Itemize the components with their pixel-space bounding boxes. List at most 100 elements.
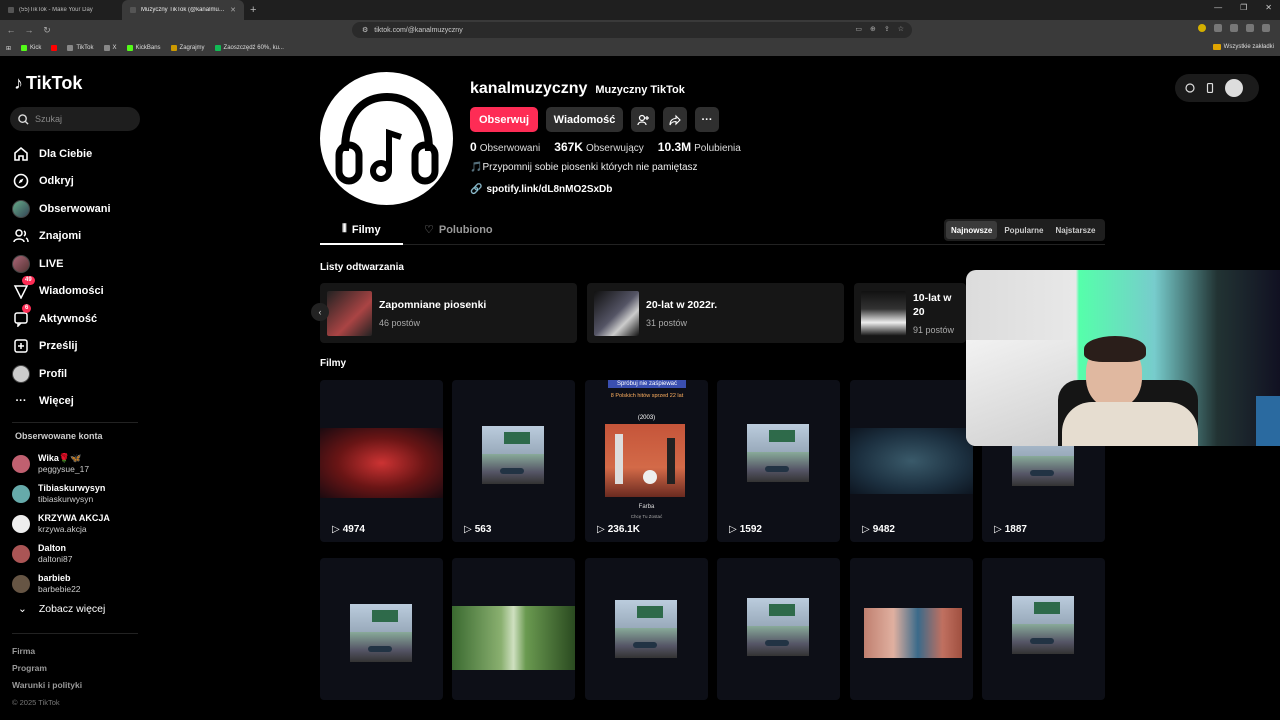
bookmark-tiktok[interactable]: TikTok xyxy=(67,45,94,51)
coins-icon[interactable] xyxy=(1185,83,1195,93)
video-card[interactable]: ▷ 1592 xyxy=(717,380,840,542)
extension-icon[interactable] xyxy=(1214,24,1222,32)
apps-grid-icon[interactable]: ⊞ xyxy=(6,45,11,52)
sidebar-item-for-you[interactable]: Dla Ciebie xyxy=(12,140,142,168)
followed-account[interactable]: Tibiaskurwysyn tibiaskurwysyn xyxy=(12,479,147,509)
search-input[interactable] xyxy=(35,114,125,124)
bookmark-x[interactable]: X xyxy=(103,45,117,51)
profile-icon[interactable] xyxy=(1262,24,1270,32)
video-card[interactable] xyxy=(320,558,443,700)
close-tab-icon[interactable]: ✕ xyxy=(230,6,236,14)
search-icon xyxy=(18,113,29,125)
video-card[interactable]: ▷ 563 xyxy=(452,380,575,542)
profile-avatar[interactable] xyxy=(320,72,453,205)
minimize-icon[interactable]: — xyxy=(1214,3,1222,12)
playlist-card[interactable]: 10-lat w 20 91 postów xyxy=(854,283,966,343)
message-button[interactable]: Wiadomość xyxy=(546,107,623,132)
video-card[interactable] xyxy=(717,558,840,700)
back-button[interactable]: ← xyxy=(4,25,18,35)
playlists-prev-button[interactable]: ‹ xyxy=(311,303,329,321)
extension-icon[interactable] xyxy=(1230,24,1238,32)
webcam-overlay xyxy=(966,270,1280,446)
video-card[interactable] xyxy=(452,558,575,700)
avatar xyxy=(12,485,30,503)
divider xyxy=(12,633,138,634)
follow-button[interactable]: Obserwuj xyxy=(470,107,538,132)
followers-stat[interactable]: 367K Obserwujący xyxy=(554,140,644,154)
footer-link[interactable]: Program xyxy=(12,660,82,677)
extensions-puzzle-icon[interactable] xyxy=(1246,24,1254,32)
sort-oldest[interactable]: Najstarsze xyxy=(1050,221,1100,239)
video-card[interactable] xyxy=(850,558,973,700)
following-stat[interactable]: 0 Obserwowani xyxy=(470,140,540,154)
bookmark-steam[interactable]: Zaoszczędź 60%, ku... xyxy=(214,45,284,51)
footer-link[interactable]: Firma xyxy=(12,643,82,660)
sidebar-item-profile[interactable]: Profil xyxy=(12,360,142,388)
video-card[interactable]: ▷ 4974 xyxy=(320,380,443,542)
profile-link[interactable]: 🔗 spotify.link/dL8nMO2SxDb xyxy=(470,184,612,195)
followed-account[interactable]: barbieb barbebie22 xyxy=(12,569,147,599)
tab-liked[interactable]: ♡ Polubiono xyxy=(424,223,493,237)
sidebar-item-friends[interactable]: Znajomi xyxy=(12,223,142,251)
sidebar-item-explore[interactable]: Odkryj xyxy=(12,168,142,196)
sidebar-item-live[interactable]: LIVE xyxy=(12,250,142,278)
restore-icon[interactable]: ❐ xyxy=(1240,3,1247,12)
browser-tab-active[interactable]: Muzyczny TikTok (@kanalmuzyczny) ✕ xyxy=(122,0,244,20)
playlist-card[interactable]: 20-lat w 2022r. 31 postów xyxy=(587,283,844,343)
video-card[interactable]: Spróbuj nie zaśpiewać 8 Polskich hitów s… xyxy=(585,380,708,542)
sort-newest[interactable]: Najnowsze xyxy=(946,221,998,239)
video-thumbnail xyxy=(350,604,412,662)
sidebar-item-more[interactable]: ··· Więcej xyxy=(12,388,142,416)
video-overlay-text: (2003) xyxy=(637,415,656,421)
sidebar-item-messages[interactable]: 49 Wiadomości xyxy=(12,276,142,306)
home-icon xyxy=(12,145,30,163)
bookmark-star-icon[interactable]: ☆ xyxy=(898,25,904,33)
footer-link[interactable]: Warunki i polityki xyxy=(12,677,82,694)
bookmark-zagrajmy[interactable]: Zagrajmy xyxy=(170,45,205,51)
followed-account[interactable]: KRZYWA AKCJA krzywa.akcja xyxy=(12,509,147,539)
sidebar-item-activity[interactable]: 6 Aktywność xyxy=(12,303,142,333)
followed-account[interactable]: Wika🌹🦋 peggysue_17 xyxy=(12,449,147,479)
video-overlay-text: Farba xyxy=(638,504,655,510)
share-icon[interactable] xyxy=(663,107,687,132)
user-avatar[interactable] xyxy=(1225,79,1243,97)
more-options-icon[interactable]: ··· xyxy=(695,107,719,132)
phone-icon[interactable] xyxy=(1205,83,1215,93)
messages-icon: 49 xyxy=(12,276,35,300)
sidebar-item-following[interactable]: Obserwowani xyxy=(12,195,142,223)
video-thumbnail xyxy=(850,428,973,494)
videos-title: Filmy xyxy=(320,358,347,369)
avatar xyxy=(12,455,30,473)
video-card[interactable] xyxy=(585,558,708,700)
avatar xyxy=(12,199,30,218)
more-icon: ··· xyxy=(15,395,27,408)
tab-videos[interactable]: ⦀ Filmy xyxy=(342,223,381,236)
new-tab-button[interactable]: + xyxy=(244,4,262,16)
followed-account[interactable]: Dalton daltoni87 xyxy=(12,539,147,569)
playlist-card[interactable]: Zapomniane piosenki 46 postów xyxy=(320,283,577,343)
site-info-icon[interactable]: ⚙ xyxy=(362,26,368,34)
bookmark-kickbans[interactable]: KickBans xyxy=(126,45,161,51)
suggest-accounts-icon[interactable] xyxy=(631,107,655,132)
search-box[interactable] xyxy=(10,107,140,131)
close-window-icon[interactable]: ✕ xyxy=(1265,3,1272,12)
tiktok-logo[interactable]: ♪ TikTok xyxy=(14,73,82,94)
share-icon[interactable]: ⇪ xyxy=(884,25,890,33)
zoom-icon[interactable]: ⊕ xyxy=(870,25,876,33)
play-icon: ▷ xyxy=(994,524,1002,535)
see-more-button[interactable]: ⌄ Zobacz więcej xyxy=(18,603,105,615)
address-bar[interactable]: ⚙ tiktok.com/@kanalmuzyczny ▭ ⊕ ⇪ ☆ xyxy=(352,22,912,38)
play-icon: ▷ xyxy=(332,524,340,535)
sort-popular[interactable]: Popularne xyxy=(999,221,1048,239)
sidebar-item-upload[interactable]: Prześlij xyxy=(12,333,142,361)
bookmark-youtube[interactable] xyxy=(51,45,58,51)
all-bookmarks[interactable]: Wszystkie zakładki xyxy=(1212,44,1274,50)
reload-button[interactable]: ↻ xyxy=(40,25,54,36)
cast-icon[interactable]: ▭ xyxy=(855,25,862,33)
forward-button[interactable]: → xyxy=(22,25,36,35)
browser-tab[interactable]: (55)TikTok - Make Your Day xyxy=(0,0,122,20)
extension-icon[interactable] xyxy=(1198,24,1206,32)
video-card[interactable] xyxy=(982,558,1105,700)
video-card[interactable]: ▷ 9482 xyxy=(850,380,973,542)
bookmark-kick[interactable]: Kick xyxy=(21,45,41,51)
